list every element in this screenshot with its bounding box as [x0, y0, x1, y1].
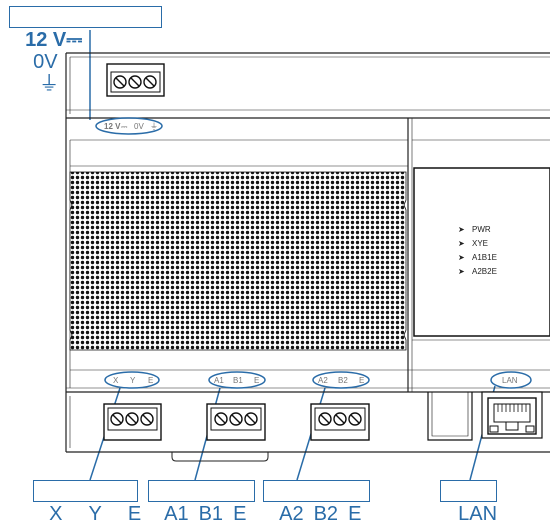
device-dc-symbol-icon: ⎓ — [121, 122, 128, 131]
a2b2e-terminal-block — [310, 403, 370, 441]
led-a1b1e-arrow: ➤ — [458, 253, 465, 262]
lan-port-rj45 — [481, 391, 543, 439]
device-ground-icon: ⏚ — [150, 122, 158, 131]
device-power-0v-label: 0V — [134, 122, 144, 131]
device-label-e: E — [148, 376, 153, 385]
led-label-a1b1e: A1B1E — [472, 253, 497, 262]
device-label-b2: B2 — [338, 376, 348, 385]
device-label-x: X — [113, 376, 119, 385]
a1b1e-callout-e: E — [233, 503, 247, 525]
led-pwr-arrow: ➤ — [458, 225, 465, 234]
xye-callout-y: Y — [88, 503, 102, 525]
a2b2e-callout-a: A2 — [279, 503, 304, 525]
device-label-a2: A2 — [318, 376, 328, 385]
a1b1e-callout-b: B1 — [198, 503, 224, 525]
device-label-e1: E — [254, 376, 259, 385]
top-terminal-section — [65, 52, 550, 118]
led-label-a2b2e: A2B2E — [472, 267, 497, 276]
a2b2e-callout-b: B2 — [313, 503, 339, 525]
device-label-lan: LAN — [502, 376, 518, 385]
device-diagram: ➤ PWR ➤ XYE ➤ A1B1E ➤ A2B2E 12 V ⎓ 0V ⏚ … — [65, 30, 550, 481]
lan-callout-label: LAN — [458, 503, 498, 525]
led-a2b2e-arrow: ➤ — [458, 267, 465, 276]
device-label-e2: E — [359, 376, 364, 385]
a1b1e-callout-a: A1 — [164, 503, 189, 525]
xye-terminal-block — [103, 403, 162, 441]
device-power-12v-label: 12 V — [104, 122, 121, 131]
lan-port-left — [427, 392, 473, 441]
led-xye-arrow: ➤ — [458, 239, 465, 248]
xye-callout-e: E — [127, 503, 142, 525]
xye-callout-x: X — [49, 503, 63, 525]
vent-grille — [69, 171, 407, 351]
device-label-a1: A1 — [214, 376, 224, 385]
device-label-y: Y — [130, 376, 136, 385]
a2b2e-callout-e: E — [348, 503, 362, 525]
led-label-xye: XYE — [472, 239, 488, 248]
led-label-pwr: PWR — [472, 225, 491, 234]
device-label-b1: B1 — [233, 376, 243, 385]
